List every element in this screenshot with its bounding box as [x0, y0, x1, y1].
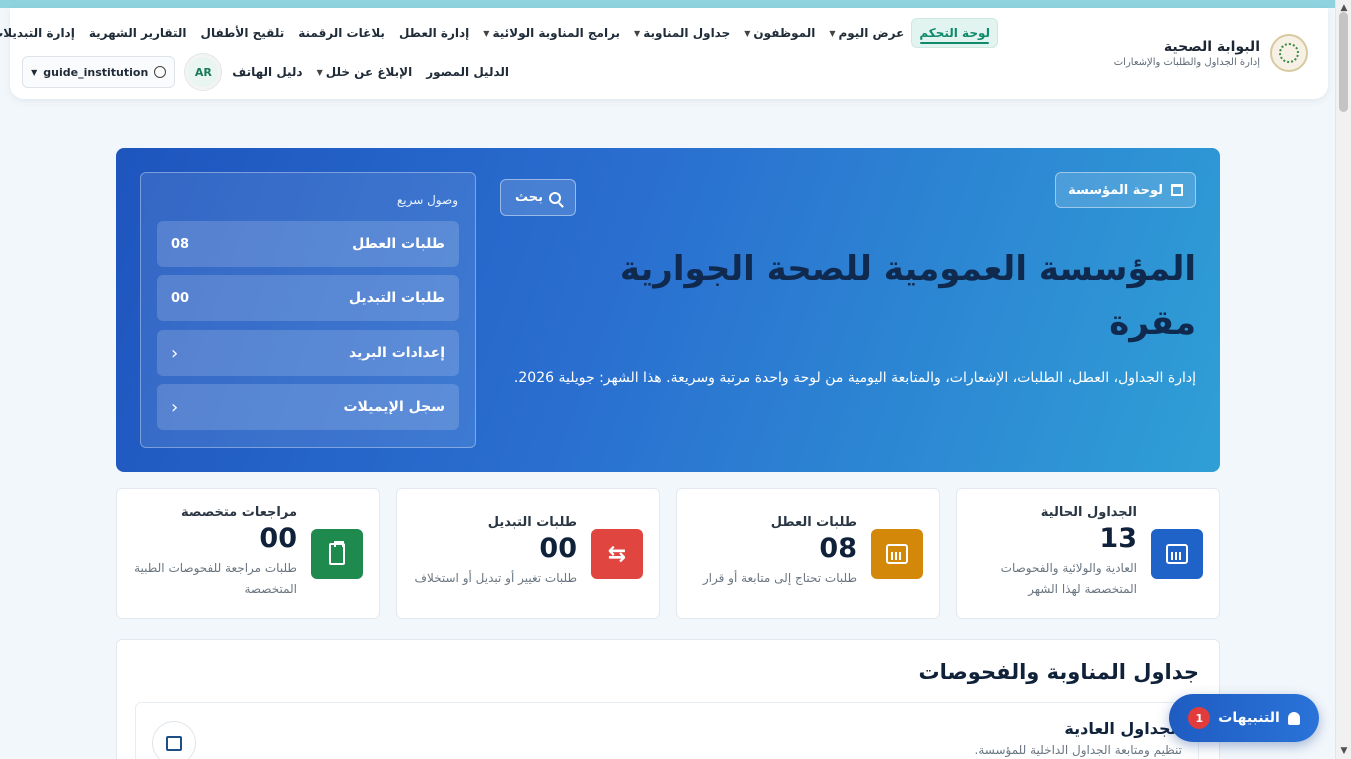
chevron-left-icon: ‹ — [171, 342, 179, 364]
calendar-icon — [152, 721, 196, 759]
nav-item-monthly-reports[interactable]: التقارير الشهرية — [82, 19, 194, 47]
quick-link-leave-requests[interactable]: طلبات العطل 08 — [157, 221, 459, 267]
bell-icon — [1287, 711, 1300, 725]
nav-menu-primary: لوحة التحكم عرض اليوم ▼ الموظفون ▼ جداول ا… — [0, 17, 998, 49]
nav-item-swaps-management[interactable]: إدارة التبديلات — [0, 19, 82, 47]
caret-down-icon: ▼ — [829, 28, 836, 38]
caret-down-icon: ▼ — [744, 28, 751, 38]
nav-item-report-issue[interactable]: الإبلاغ عن خلل ▼ — [310, 58, 420, 86]
stat-card-swap-requests[interactable]: ⇆ طلبات التبديل 00 طلبات تغيير أو تبديل … — [396, 488, 660, 619]
section-title: جداول المناوبة والفحوصات — [918, 660, 1200, 684]
stat-title: الجداول الحالية — [1040, 505, 1137, 520]
nav-menu-secondary: الدليل المصور الإبلاغ عن خلل ▼ دليل الهات… — [22, 54, 516, 90]
nav-item-employees[interactable]: الموظفون ▼ — [737, 19, 822, 47]
quick-link-count: 08 — [171, 236, 190, 252]
stat-card-current-schedules[interactable]: الجداول الحالية 13 العادية والولائية وال… — [956, 488, 1220, 619]
quick-link-count: 00 — [171, 290, 190, 306]
caret-down-icon: ▼ — [483, 28, 490, 38]
scrollbar[interactable]: ▲ ▼ — [1335, 0, 1351, 759]
language-badge[interactable]: AR — [185, 54, 222, 90]
notification-count-badge: 1 — [1188, 707, 1211, 729]
nav-item-state-duty-programs[interactable]: برامج المناوبة الولائية ▼ — [476, 19, 627, 47]
clipboard-icon — [311, 529, 363, 579]
caret-down-icon: ▼ — [634, 28, 641, 38]
nav-item-today-view[interactable]: عرض اليوم ▼ — [822, 19, 911, 47]
card-description: تنظيم ومتابعة الجداول الداخلية للمؤسسة. — [974, 743, 1182, 757]
username: guide_institution — [43, 65, 149, 79]
regular-schedules-card[interactable]: الجداول العادية تنظيم ومتابعة الجداول ال… — [135, 702, 1199, 759]
hero-description: إدارة الجداول، العطل، الطلبات، الإشعارات… — [513, 370, 1196, 386]
card-title: الجداول العادية — [1064, 719, 1182, 738]
scroll-thumb[interactable] — [1339, 12, 1348, 112]
search-button[interactable]: بحث — [500, 179, 576, 216]
brand-subtitle: إدارة الجداول والطلبات والإشعارات — [1113, 56, 1260, 68]
institution-title: المؤسسة العمومية للصحة الجوارية مقرة — [619, 249, 1196, 343]
emblem-logo-icon — [1270, 34, 1308, 72]
duty-schedules-section: جداول المناوبة والفحوصات الجداول العادية… — [116, 639, 1220, 759]
caret-down-icon: ▼ — [316, 67, 323, 77]
quick-access-title: وصول سريع — [396, 193, 458, 207]
stat-title: طلبات العطل — [770, 515, 857, 530]
navbar: البوابة الصحية إدارة الجداول والطلبات وا… — [0, 8, 1328, 99]
notifications-button[interactable]: التنبيهات 1 — [1169, 694, 1319, 742]
stat-description: العادية والولائية والفحوصات المتخصصة لهذ… — [1000, 561, 1137, 596]
stat-card-specialized-reviews[interactable]: مراجعات متخصصة 00 طلبات مراجعة للفحوصات … — [116, 488, 380, 619]
nav-item-phone-directory[interactable]: دليل الهاتف — [225, 58, 309, 86]
calendar-check-icon — [871, 529, 923, 579]
notifications-label: التنبيهات — [1218, 710, 1280, 726]
institution-dashboard-tag[interactable]: لوحة المؤسسة — [1055, 172, 1196, 208]
stat-description: طلبات تغيير أو تبديل أو استخلاف — [414, 571, 577, 585]
nav-item-dashboard[interactable]: لوحة التحكم — [911, 18, 998, 48]
stat-title: مراجعات متخصصة — [181, 505, 297, 520]
caret-down-icon: ▼ — [31, 67, 38, 77]
stat-value: 13 — [1099, 523, 1137, 554]
stat-value: 00 — [539, 533, 577, 564]
nav-item-duty-schedules[interactable]: جداول المناوبة ▼ — [627, 19, 737, 47]
calendar-icon — [1151, 529, 1203, 579]
hero-banner: لوحة المؤسسة بحث المؤسسة العمومية للصحة … — [116, 148, 1220, 472]
nav-item-illustrated-guide[interactable]: الدليل المصور — [419, 58, 516, 86]
stat-value: 00 — [259, 523, 297, 554]
stat-description: طلبات تحتاج إلى متابعة أو قرار — [702, 571, 857, 585]
quick-access-panel: وصول سريع طلبات العطل 08 طلبات التبديل 00 … — [140, 172, 476, 448]
quick-link-mail-settings[interactable]: إعدادات البريد ‹ — [157, 330, 459, 376]
brand[interactable]: البوابة الصحية إدارة الجداول والطلبات وا… — [1114, 28, 1308, 78]
nav-item-leave-management[interactable]: إدارة العطل — [392, 19, 476, 47]
stat-description: طلبات مراجعة للفحوصات الطبية المتخصصة — [134, 561, 297, 596]
building-icon — [1171, 184, 1183, 196]
search-icon — [549, 191, 562, 204]
quick-link-swap-requests[interactable]: طلبات التبديل 00 — [157, 275, 459, 321]
nav-item-digitization-reports[interactable]: بلاغات الرقمنة — [291, 19, 392, 47]
quick-link-email-log[interactable]: سجل الإيميلات ‹ — [157, 384, 459, 430]
brand-title: البوابة الصحية — [1163, 38, 1260, 55]
user-circle-icon — [154, 66, 167, 78]
user-menu-button[interactable]: ▼ guide_institution — [22, 56, 176, 88]
top-accent-band — [0, 0, 1335, 8]
scroll-down-arrow-icon[interactable]: ▼ — [1336, 743, 1351, 759]
swap-icon: ⇆ — [591, 529, 643, 579]
stat-value: 08 — [819, 533, 857, 564]
stat-card-leave-requests[interactable]: طلبات العطل 08 طلبات تحتاج إلى متابعة أو… — [676, 488, 940, 619]
chevron-left-icon: ‹ — [171, 396, 179, 418]
nav-item-child-vaccination[interactable]: تلقيح الأطفال — [194, 19, 292, 47]
stat-title: طلبات التبديل — [487, 515, 577, 530]
